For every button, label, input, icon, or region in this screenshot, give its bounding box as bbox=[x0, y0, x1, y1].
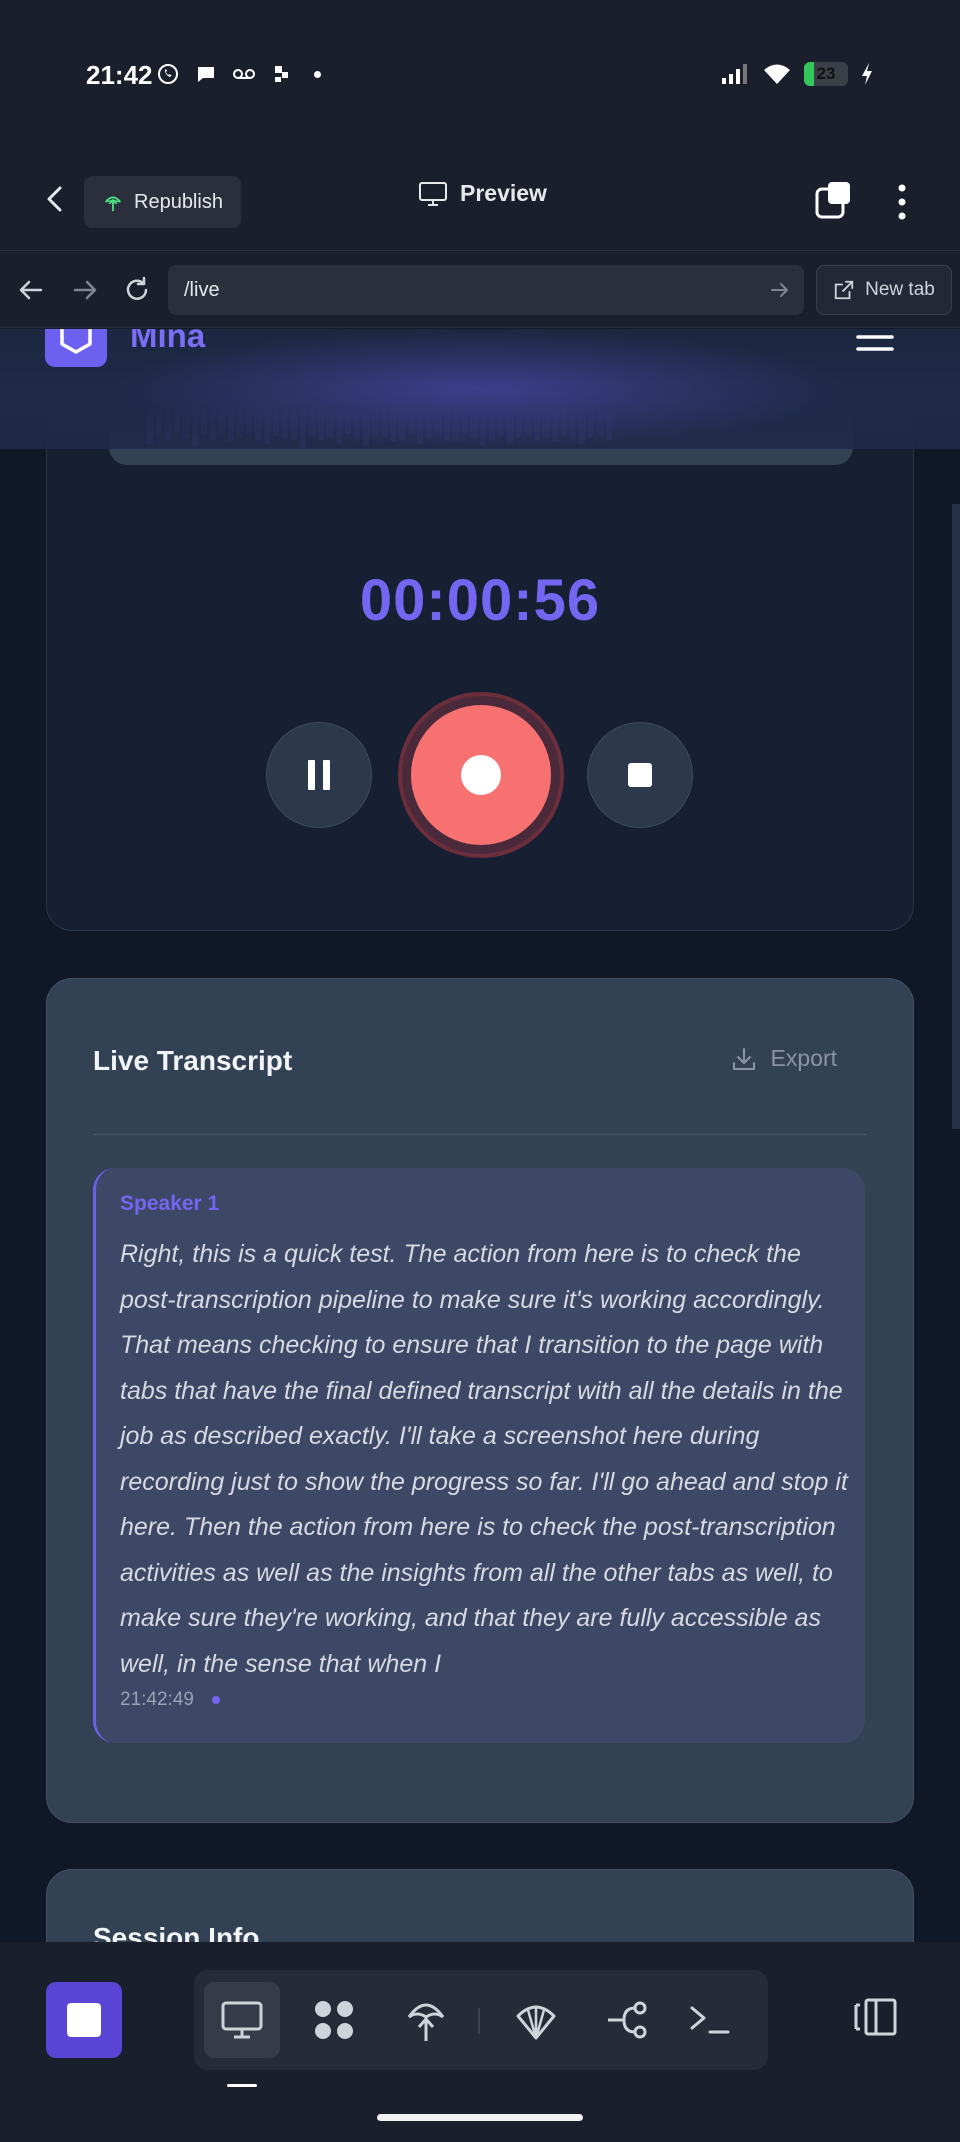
stop-icon bbox=[628, 763, 652, 787]
chat-bubble-icon bbox=[198, 67, 214, 82]
brand-name[interactable]: Mina bbox=[130, 329, 205, 355]
deploy-icon bbox=[104, 196, 122, 212]
session-info-card: Session Info bbox=[46, 1869, 914, 1942]
pause-icon bbox=[308, 760, 330, 790]
download-icon bbox=[732, 1047, 755, 1070]
scrollbar[interactable] bbox=[952, 504, 960, 1129]
recording-timer: 00:00:56 bbox=[359, 568, 601, 633]
external-link-icon bbox=[834, 280, 854, 300]
shell-icon bbox=[516, 2005, 556, 2040]
record-icon bbox=[461, 755, 501, 795]
terminal-icon bbox=[690, 2006, 730, 2034]
logo[interactable] bbox=[45, 329, 107, 367]
desktop-icon bbox=[221, 2001, 263, 2039]
segment-time: 21:42:49 bbox=[120, 1689, 194, 1710]
tool-tabs bbox=[194, 1970, 768, 2070]
preview-tool[interactable] bbox=[204, 1982, 280, 2058]
record-button[interactable] bbox=[411, 705, 551, 845]
components-icon bbox=[315, 2001, 353, 2039]
status-bar: 21:42 23 bbox=[0, 0, 960, 150]
go-arrow-icon[interactable] bbox=[768, 278, 792, 302]
battery-indicator: 23 bbox=[804, 62, 848, 86]
charging-icon bbox=[862, 63, 872, 85]
signal-icon bbox=[722, 64, 747, 84]
nav-glow bbox=[110, 329, 850, 449]
new-tab-button[interactable]: New tab bbox=[816, 265, 952, 315]
hamburger-menu-icon[interactable] bbox=[856, 329, 894, 353]
divider bbox=[93, 1134, 867, 1135]
export-label: Export bbox=[770, 1045, 837, 1071]
more-notifications-dot bbox=[314, 70, 321, 78]
more-menu-icon[interactable] bbox=[888, 182, 916, 222]
preview-title[interactable]: Preview bbox=[418, 180, 547, 207]
tabs-icon[interactable] bbox=[814, 180, 854, 220]
preview-label: Preview bbox=[460, 180, 547, 206]
web-content: 00:00:56 Live Transcript Export Speaker … bbox=[0, 329, 960, 1942]
wifi-icon bbox=[764, 64, 790, 84]
segment-timestamp: 21:42:49 bbox=[120, 1689, 220, 1711]
git-tool[interactable] bbox=[590, 1982, 666, 2058]
nav-forward-icon[interactable] bbox=[70, 275, 100, 305]
site-nav: Mina bbox=[0, 329, 960, 449]
url-input[interactable]: /live bbox=[168, 265, 804, 315]
stop-app-button[interactable] bbox=[46, 1982, 122, 2058]
deploy-icon bbox=[407, 2003, 445, 2041]
export-button[interactable]: Export bbox=[731, 1045, 837, 1072]
battery-fill bbox=[804, 62, 815, 86]
notification-icons bbox=[156, 62, 321, 86]
pause-button[interactable] bbox=[266, 722, 372, 828]
home-indicator[interactable] bbox=[377, 2114, 583, 2121]
app-header: Republish Preview bbox=[0, 150, 960, 250]
hexagon-logo-icon bbox=[60, 329, 92, 354]
battery-level: 23 bbox=[816, 64, 836, 83]
live-dot bbox=[211, 1696, 220, 1704]
voicemail-icon bbox=[233, 69, 255, 79]
speaker-label: Speaker 1 bbox=[120, 1192, 220, 1215]
transcript-segment: Speaker 1 Right, this is a quick test. T… bbox=[93, 1168, 865, 1743]
url-bar: /live New tab bbox=[0, 250, 960, 328]
live-transcript-card: Live Transcript Export Speaker 1 Right, … bbox=[46, 978, 914, 1823]
segment-text: Right, this is a quick test. The action … bbox=[120, 1240, 848, 1678]
screen: 21:42 23 Republish Preview /live New tab… bbox=[0, 0, 960, 2142]
transcript-title: Live Transcript bbox=[93, 1045, 293, 1076]
components-tool[interactable] bbox=[296, 1982, 372, 2058]
branch-icon bbox=[608, 2001, 647, 2039]
bottom-toolbar bbox=[0, 1942, 960, 2142]
republish-label: Republish bbox=[134, 190, 223, 213]
system-icons: 23 bbox=[720, 62, 874, 86]
terminal-tool[interactable] bbox=[672, 1982, 748, 2058]
republish-button[interactable]: Republish bbox=[84, 176, 241, 228]
active-tool-indicator bbox=[227, 2084, 257, 2087]
nav-back-icon[interactable] bbox=[16, 275, 46, 305]
whatsapp-icon bbox=[158, 64, 178, 84]
stop-square-icon bbox=[67, 2003, 101, 2037]
stop-button[interactable] bbox=[587, 722, 693, 828]
tool-separator bbox=[478, 2008, 480, 2034]
new-tab-label: New tab bbox=[865, 279, 935, 300]
deploy-tool[interactable] bbox=[388, 1982, 464, 2058]
side-panel-icon[interactable] bbox=[852, 1997, 898, 2037]
reload-icon[interactable] bbox=[122, 275, 152, 305]
app-notification-icon bbox=[275, 66, 288, 82]
status-time: 21:42 bbox=[86, 60, 153, 90]
shell-tool[interactable] bbox=[498, 1982, 574, 2058]
session-info-title: Session Info bbox=[93, 1922, 260, 1942]
monitor-icon bbox=[419, 181, 447, 206]
url-text: /live bbox=[184, 278, 220, 301]
back-icon[interactable] bbox=[38, 182, 72, 216]
